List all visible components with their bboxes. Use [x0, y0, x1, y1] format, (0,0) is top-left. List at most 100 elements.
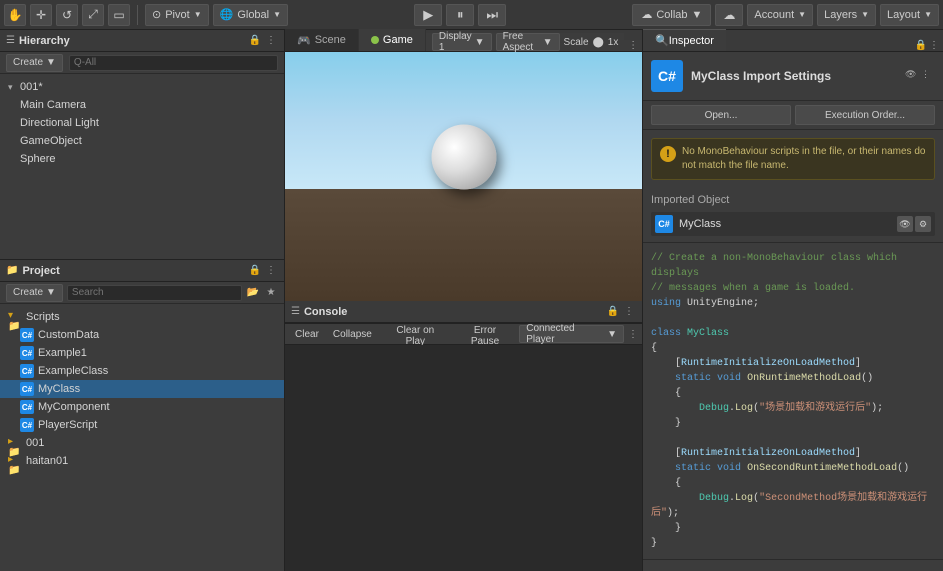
hierarchy-item-label: 001* [20, 81, 43, 93]
obj-view-btn[interactable]: 👁 [897, 216, 913, 232]
project-item-001[interactable]: ▸ 📁 001 [0, 434, 284, 452]
project-header-buttons: 🔒 ⋮ [248, 264, 278, 278]
open-button[interactable]: Open... [651, 105, 791, 125]
rect-tool-btn[interactable]: ▭ [108, 4, 130, 26]
myclass-cs-icon: C# [651, 60, 683, 92]
project-create-label: Create [13, 287, 43, 298]
scene-tab-label: Scene [315, 34, 346, 46]
hierarchy-item-gameobject[interactable]: GameObject [0, 132, 284, 150]
code-line-12 [651, 431, 935, 446]
pivot-dropdown[interactable]: ⊙ Pivot ▼ [145, 4, 209, 26]
project-item-exampleclass[interactable]: C# ExampleClass [0, 362, 284, 380]
code-line-9: { [651, 386, 935, 401]
clear-button[interactable]: Clear [289, 325, 325, 343]
global-label: Global [237, 9, 269, 21]
play-button[interactable]: ▶ [414, 4, 442, 26]
inspector-lock-icon[interactable]: 🔒 [915, 40, 927, 51]
inspector-tabs: 🔍 Inspector 🔒 ⋮ [643, 30, 943, 52]
import-view-icon[interactable]: 👁 [905, 69, 919, 83]
scale-tool-btn[interactable]: ⤢ [82, 4, 104, 26]
collab-button[interactable]: ☁ Collab ▼ [632, 4, 711, 26]
project-header: 📁 Project 🔒 ⋮ [0, 260, 284, 282]
connected-player-dropdown[interactable]: Connected Player ▼ [519, 325, 624, 343]
project-item-example1[interactable]: C# Example1 [0, 344, 284, 362]
display-dropdown[interactable]: Display 1 ▼ [432, 33, 492, 51]
project-lock-icon[interactable]: 🔒 [248, 264, 262, 278]
code-line-4 [651, 311, 935, 326]
pivot-label: Pivot [165, 9, 189, 21]
console-title: Console [304, 306, 602, 318]
project-menu-icon[interactable]: ⋮ [264, 264, 278, 278]
imported-object-name: MyClass [679, 218, 891, 230]
clear-on-play-button[interactable]: Clear on Play [380, 325, 451, 343]
project-item-haitan01[interactable]: ▸ 📁 haitan01 [0, 452, 284, 470]
hierarchy-create-button[interactable]: Create ▼ [6, 54, 63, 72]
pivot-arrow-icon: ▼ [194, 10, 202, 19]
hierarchy-item-label: GameObject [20, 135, 82, 147]
step-button[interactable]: ⏭ [478, 4, 506, 26]
obj-gear-btn[interactable]: ⚙ [915, 216, 931, 232]
project-star-icon[interactable]: ★ [264, 286, 278, 300]
hierarchy-item-main-camera[interactable]: Main Camera [0, 96, 284, 114]
top-toolbar: ✋ ✛ ↺ ⤢ ▭ ⊙ Pivot ▼ 🌐 Global ▼ ▶ ⏸ ⏭ ☁ C… [0, 0, 943, 30]
inspector-menu-icon[interactable]: ⋮ [929, 40, 939, 51]
tab-game[interactable]: Game [359, 29, 426, 51]
code-line-13: [RuntimeInitializeOnLoadMethod] [651, 446, 935, 461]
imported-object-title: Imported Object [651, 194, 935, 206]
hierarchy-toolbar: Create ▼ [0, 52, 284, 74]
project-item-label: haitan01 [26, 455, 68, 467]
hierarchy-search-input[interactable] [69, 55, 278, 71]
project-item-mycomponent[interactable]: C# MyComponent [0, 398, 284, 416]
cs-icon: C# [20, 382, 34, 396]
import-menu-icon[interactable]: ⋮ [921, 69, 935, 83]
global-dropdown[interactable]: 🌐 Global ▼ [213, 4, 288, 26]
project-item-label: MyClass [38, 383, 80, 395]
tab-scene[interactable]: 🎮 Scene [285, 29, 359, 51]
collapse-button[interactable]: Collapse [327, 325, 378, 343]
project-search-input[interactable] [67, 285, 242, 301]
console-lock-icon[interactable]: 🔒 [606, 305, 620, 319]
rotate-tool-btn[interactable]: ↺ [56, 4, 78, 26]
global-arrow-icon: ▼ [273, 10, 281, 19]
hierarchy-item-sphere[interactable]: Sphere [0, 150, 284, 168]
project-item-myclass[interactable]: C# MyClass [0, 380, 284, 398]
cloud-button[interactable]: ☁ [715, 4, 743, 26]
layers-arrow-icon: ▼ [861, 10, 869, 19]
project-content: ▾ 📁 Scripts C# CustomData C# Example1 C#… [0, 304, 284, 571]
collab-icon: ☁ [641, 8, 652, 21]
project-folder-icon[interactable]: 📂 [246, 286, 260, 300]
project-item-customdata[interactable]: C# CustomData [0, 326, 284, 344]
account-dropdown[interactable]: Account ▼ [747, 4, 813, 26]
error-pause-button[interactable]: Error Pause [453, 325, 517, 343]
pause-button[interactable]: ⏸ [446, 4, 474, 26]
console-menu-icon[interactable]: ⋮ [622, 305, 636, 319]
folder-icon: ▾ 📁 [8, 310, 22, 324]
code-section: // Create a non-MonoBehaviour class whic… [643, 243, 943, 559]
inspector-content: C# MyClass Import Settings 👁 ⋮ Open... E… [643, 52, 943, 571]
hierarchy-item-directional-light[interactable]: Directional Light [0, 114, 284, 132]
game-panel-menu[interactable]: ⋮ [624, 40, 642, 51]
hierarchy-menu-icon[interactable]: ⋮ [264, 34, 278, 48]
execution-order-button[interactable]: Execution Order... [795, 105, 935, 125]
project-create-button[interactable]: Create ▼ [6, 284, 63, 302]
move-tool-btn[interactable]: ✛ [30, 4, 52, 26]
hierarchy-lock-icon[interactable]: 🔒 [248, 34, 262, 48]
aspect-dropdown[interactable]: Free Aspect ▼ [496, 33, 560, 51]
warning-box: ! No MonoBehaviour scripts in the file, … [651, 138, 935, 180]
project-item-scripts[interactable]: ▾ 📁 Scripts [0, 308, 284, 326]
import-action-buttons: Open... Execution Order... [643, 101, 943, 130]
code-line-7: [RuntimeInitializeOnLoadMethod] [651, 356, 935, 371]
tab-inspector[interactable]: 🔍 Inspector [643, 29, 726, 51]
import-settings-title: MyClass Import Settings [691, 69, 897, 83]
project-item-playerscript[interactable]: C# PlayerScript [0, 416, 284, 434]
console-menu-btn[interactable]: ⋮ [628, 329, 638, 340]
console-icon: ☰ [291, 306, 300, 317]
center-panel: 🎮 Scene Game Display 1 ▼ Free Aspect ▼ S… [285, 30, 643, 571]
hierarchy-item-root[interactable]: ▾ 001* [0, 78, 284, 96]
project-item-label: Scripts [26, 311, 60, 323]
hierarchy-content: ▾ 001* Main Camera Directional Light Gam… [0, 74, 284, 259]
connected-arrow-icon: ▼ [607, 329, 617, 340]
layout-dropdown[interactable]: Layout ▼ [880, 4, 939, 26]
hand-tool-btn[interactable]: ✋ [4, 4, 26, 26]
layers-dropdown[interactable]: Layers ▼ [817, 4, 876, 26]
